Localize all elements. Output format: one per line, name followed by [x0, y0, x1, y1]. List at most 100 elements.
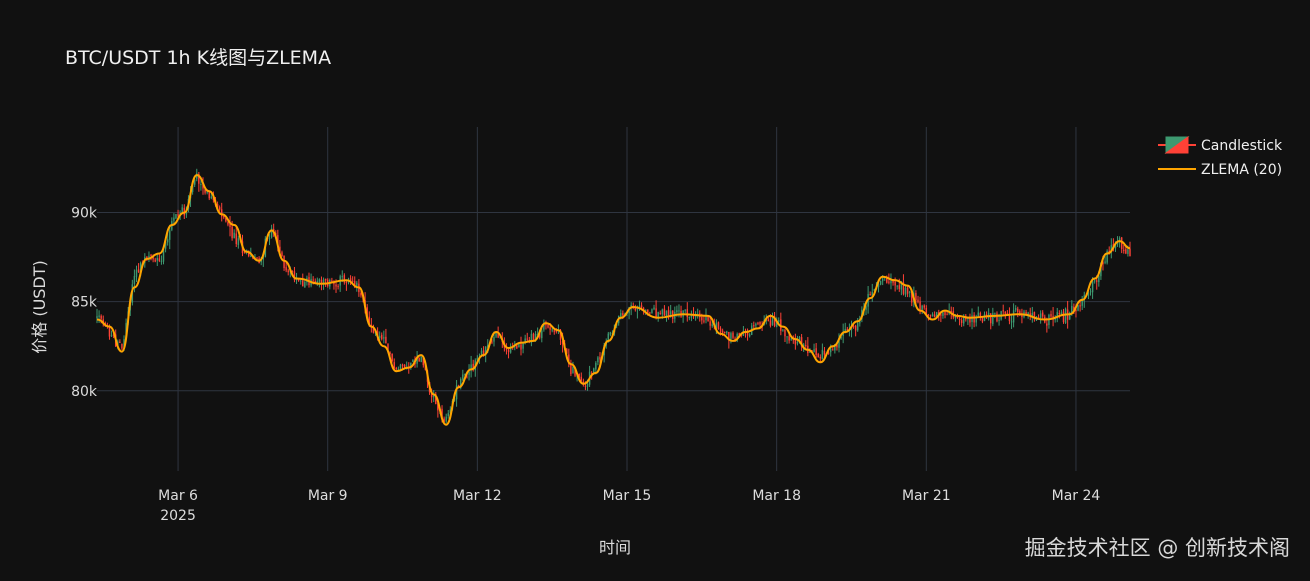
candle-body	[757, 322, 759, 324]
candle-body	[383, 337, 385, 339]
candle-body	[879, 281, 882, 285]
candle-body	[755, 323, 757, 326]
candle-body	[121, 343, 123, 349]
candle-body	[659, 312, 661, 314]
candle-body	[609, 332, 612, 335]
candle-body	[904, 287, 907, 295]
candle-body	[447, 413, 449, 417]
candle-body	[973, 314, 975, 323]
candle-body	[917, 299, 919, 303]
candle-body	[110, 335, 113, 337]
candle-body	[790, 338, 792, 340]
candle-body	[1062, 311, 1065, 322]
candle-body	[256, 257, 258, 259]
candle-body	[888, 281, 890, 283]
candle-body	[351, 280, 354, 282]
y-tick-label: 85k	[71, 295, 98, 311]
x-axis-title: 时间	[599, 538, 631, 557]
x-tick-year-label: 2025	[160, 508, 196, 524]
candle-body	[549, 327, 551, 330]
candle-body	[998, 319, 1000, 321]
candle-body	[915, 293, 917, 301]
candle-body	[1127, 249, 1129, 254]
candle-body	[154, 259, 156, 262]
candle-body	[622, 313, 624, 316]
candle-body	[572, 366, 574, 373]
candle-body	[960, 320, 963, 323]
candle-body	[391, 353, 393, 362]
candle-increasing	[1106, 249, 1108, 265]
candle-body	[335, 284, 337, 287]
candle-body	[200, 183, 202, 185]
candle-body	[378, 335, 381, 339]
candle-body	[620, 313, 622, 317]
candle-body	[649, 312, 651, 314]
candle-body	[703, 320, 705, 322]
candle-body	[137, 269, 140, 273]
candle-body	[181, 207, 183, 213]
candle-body	[709, 321, 711, 326]
candle-body	[856, 322, 859, 331]
candle-body	[784, 330, 786, 337]
candle-body	[395, 367, 398, 369]
candle-body	[996, 313, 998, 322]
candle-body	[108, 327, 111, 337]
candle-body	[717, 322, 720, 330]
candle-body	[906, 287, 909, 294]
candle-body	[1077, 305, 1079, 311]
candle-body	[767, 319, 770, 322]
candle-body	[135, 269, 138, 277]
candle-body	[412, 359, 414, 362]
candle-body	[304, 281, 306, 288]
candle-body	[100, 315, 102, 319]
y-tick-label: 90k	[71, 206, 98, 222]
candle-body	[299, 280, 302, 282]
candle-body	[210, 196, 213, 199]
candle-body	[981, 317, 984, 322]
legend-item-candlestick[interactable]: Candlestick	[1158, 136, 1283, 154]
candle-body	[324, 278, 327, 281]
candle-body	[1012, 310, 1015, 323]
candle-body	[345, 282, 348, 284]
x-tick-label: Mar 6	[158, 488, 198, 504]
candle-body	[507, 349, 510, 352]
candle-body	[1058, 312, 1061, 314]
candle-body	[337, 286, 339, 288]
candle-body	[220, 209, 223, 217]
candle-body	[218, 207, 221, 210]
candle-body	[684, 309, 686, 311]
candle-body	[553, 330, 555, 332]
candle-body	[1039, 313, 1042, 318]
candle-body	[782, 329, 784, 331]
candle-body	[854, 325, 857, 331]
candle-body	[518, 344, 520, 348]
candle-body	[1050, 314, 1052, 317]
candle-body	[462, 374, 464, 380]
candle-body	[526, 338, 528, 340]
x-tick-label: Mar 9	[308, 488, 348, 504]
candle-body	[119, 341, 121, 343]
candle-body	[894, 281, 896, 286]
candle-body	[175, 214, 177, 219]
legend-label-zlema: ZLEMA (20)	[1201, 162, 1282, 178]
candle-body	[1091, 281, 1094, 293]
candle-body	[1104, 261, 1106, 263]
candle-body	[896, 285, 898, 287]
candle-body	[233, 232, 235, 239]
candle-body	[908, 291, 911, 293]
candle-body	[983, 314, 986, 322]
candle-body	[1004, 311, 1007, 314]
candle-body	[678, 310, 680, 312]
candle-body	[663, 308, 666, 316]
candle-body	[881, 278, 884, 282]
candle-body	[1017, 308, 1019, 313]
candle-body	[946, 314, 948, 316]
candle-decreasing	[717, 321, 720, 330]
candle-body	[399, 364, 402, 369]
candle-body	[661, 309, 664, 315]
candle-body	[96, 316, 98, 319]
candle-body	[748, 334, 751, 337]
candle-body	[227, 222, 229, 225]
candle-body	[281, 252, 283, 257]
candle-body	[769, 320, 772, 326]
